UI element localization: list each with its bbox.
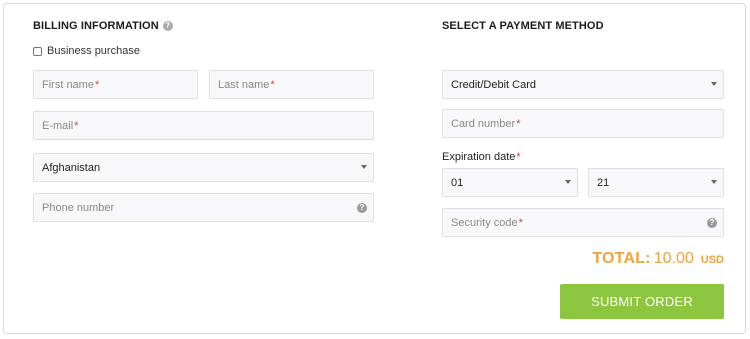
total-currency: USD	[700, 254, 724, 266]
business-purchase-row[interactable]: Business purchase	[33, 45, 140, 57]
payment-section: SELECT A PAYMENT METHOD Credit/Debit Car…	[442, 19, 724, 319]
payment-method-select[interactable]: Credit/Debit Card	[442, 70, 724, 99]
first-name-required-mark: *	[94, 78, 100, 91]
payment-method-value: Credit/Debit Card	[451, 78, 536, 91]
billing-section: BILLING INFORMATION ? Business purchase …	[33, 19, 374, 222]
phone-placeholder: Phone number	[42, 201, 115, 214]
email-required-mark: *	[74, 119, 79, 132]
expiration-required-mark: *	[516, 151, 521, 163]
card-number-placeholder: Card number	[451, 117, 516, 130]
chevron-down-icon	[361, 165, 367, 169]
business-purchase-label: Business purchase	[47, 45, 140, 57]
chevron-down-icon	[565, 180, 571, 184]
billing-heading-text: BILLING INFORMATION	[33, 20, 159, 32]
security-code-placeholder: Security code	[451, 216, 518, 229]
last-name-field[interactable]: Last name *	[209, 70, 374, 99]
order-total: TOTAL: 10.00 USD	[592, 250, 724, 268]
first-name-field[interactable]: First name *	[33, 70, 198, 99]
first-name-placeholder: First name	[42, 78, 94, 91]
last-name-required-mark: *	[270, 78, 275, 91]
payment-heading-text: SELECT A PAYMENT METHOD	[442, 20, 604, 32]
country-value: Afghanistan	[42, 161, 101, 174]
security-code-required-mark: *	[518, 216, 523, 229]
total-value: 10.00	[653, 250, 694, 267]
business-purchase-checkbox[interactable]	[33, 46, 42, 56]
card-number-field[interactable]: Card number *	[442, 109, 724, 138]
chevron-down-icon	[711, 180, 717, 184]
checkout-card: BILLING INFORMATION ? Business purchase …	[3, 3, 746, 334]
expiration-year-value: 21	[597, 176, 610, 189]
submit-order-button[interactable]: SUBMIT ORDER	[560, 284, 724, 319]
last-name-placeholder: Last name	[218, 78, 270, 91]
security-code-field[interactable]: Security code * ?	[442, 208, 724, 237]
chevron-down-icon	[711, 82, 717, 86]
expiration-label-text: Expiration date	[442, 151, 516, 163]
total-label: TOTAL:	[592, 250, 651, 267]
payment-heading: SELECT A PAYMENT METHOD	[442, 19, 724, 33]
billing-heading: BILLING INFORMATION ?	[33, 19, 374, 33]
expiration-month-select[interactable]: 01	[442, 168, 578, 197]
expiration-month-value: 01	[451, 176, 464, 189]
phone-help-icon[interactable]: ?	[357, 203, 367, 213]
card-number-required-mark: *	[516, 117, 521, 130]
expiration-year-select[interactable]: 21	[588, 168, 724, 197]
phone-field[interactable]: Phone number ?	[33, 193, 374, 222]
country-select[interactable]: Afghanistan	[33, 153, 374, 182]
billing-help-icon[interactable]: ?	[162, 21, 173, 31]
email-placeholder: E-mail	[42, 119, 74, 132]
expiration-label: Expiration date*	[442, 151, 521, 163]
security-code-help-icon[interactable]: ?	[707, 218, 717, 228]
email-field[interactable]: E-mail *	[33, 111, 374, 140]
